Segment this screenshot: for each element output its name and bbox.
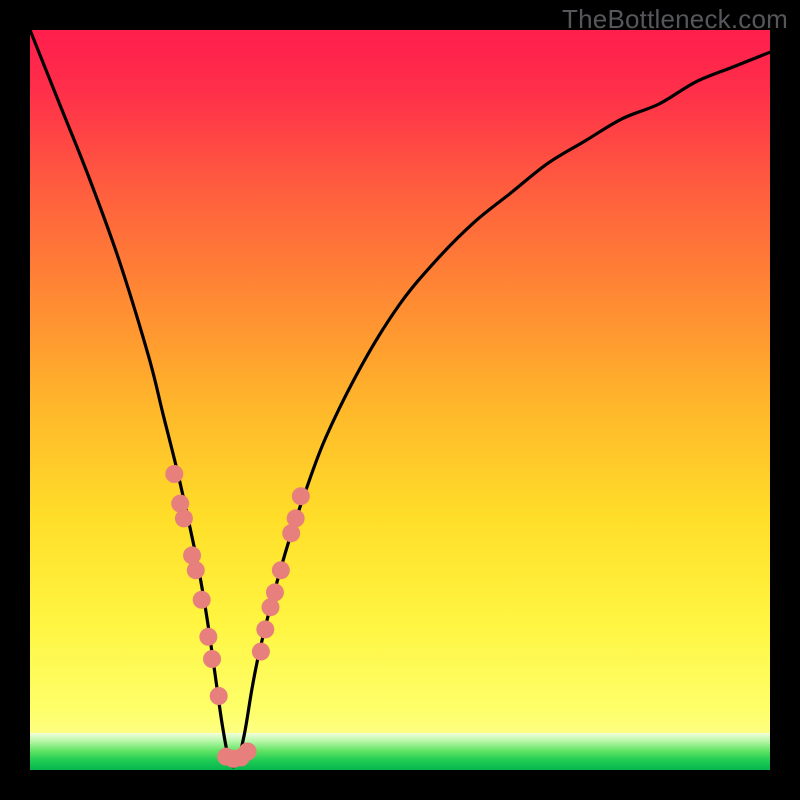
sample-dot (199, 628, 217, 646)
sample-dot (292, 487, 310, 505)
sample-dot (239, 743, 257, 761)
chart-frame: TheBottleneck.com (0, 0, 800, 800)
sample-dot (252, 643, 270, 661)
sample-dot (266, 583, 284, 601)
sample-dot (256, 620, 274, 638)
sample-dot (187, 561, 205, 579)
sample-dot (193, 591, 211, 609)
sample-dot (287, 509, 305, 527)
gradient-bg (30, 30, 770, 770)
green-band (30, 733, 770, 770)
sample-dot (175, 509, 193, 527)
sample-dot (272, 561, 290, 579)
bottleneck-plot (30, 30, 770, 770)
plot-area (30, 30, 770, 770)
sample-dot (165, 465, 183, 483)
sample-dot (203, 650, 221, 668)
sample-dot (210, 687, 228, 705)
